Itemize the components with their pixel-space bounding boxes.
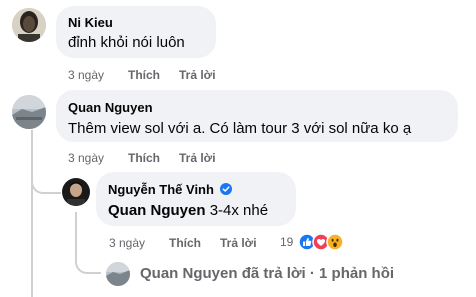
comment-time[interactable]: 3 ngày [68, 68, 104, 82]
more-replies-text: Quan Nguyen đã trả lời · 1 phản hồi [140, 265, 394, 282]
comment-author[interactable]: Ni Kieu [68, 15, 113, 30]
reply-time[interactable]: 3 ngày [109, 236, 145, 250]
avatar-quan-nguyen-image [12, 95, 46, 129]
reply-text: 3-4x nhé [209, 202, 269, 219]
view-more-replies[interactable]: Quan Nguyen đã trả lời · 1 phản hồi [106, 262, 426, 286]
more-replies-author: Quan Nguyen [140, 265, 238, 282]
reply-bubble: Nguyễn Thế Vinh Quan Nguyen 3-4x nhé [96, 172, 296, 226]
more-replies-action: đã trả lời [241, 265, 306, 282]
comment-time[interactable]: 3 ngày [68, 151, 104, 165]
avatar-nguyen-the-vinh-image [62, 178, 90, 206]
comment-text: đỉnh khỏi nói luôn [68, 34, 185, 51]
more-replies-count: 1 phản hồi [319, 265, 395, 282]
more-replies-separator: · [309, 265, 315, 282]
reaction-summary[interactable]: 19 [280, 232, 356, 252]
comment-text: Thêm view sol với a. Có làm tour 3 với s… [68, 120, 412, 137]
avatar [106, 262, 130, 286]
reply-author-name[interactable]: Nguyễn Thế Vinh [108, 182, 214, 197]
comment-author[interactable]: Quan Nguyen [68, 100, 153, 115]
like-button[interactable]: Thích [128, 68, 160, 82]
verified-badge-icon [219, 183, 232, 195]
avatar[interactable] [12, 8, 46, 42]
reaction-count: 19 [280, 235, 294, 249]
avatar-ni-kieu-image [12, 8, 46, 42]
mention-link[interactable]: Quan Nguyen [108, 202, 206, 219]
wow-reaction-icon [326, 233, 344, 251]
thread-line-main [31, 130, 33, 297]
like-button[interactable]: Thích [128, 151, 160, 165]
comment-actions: 3 ngày Thích Trả lời [68, 151, 268, 167]
reply-button[interactable]: Trả lời [179, 68, 216, 82]
thread-curve-reply [31, 170, 61, 194]
reply-author: Nguyễn Thế Vinh [108, 182, 232, 197]
reply-text-line: Quan Nguyen 3-4x nhé [108, 202, 268, 219]
comment-bubble: Ni Kieu đỉnh khỏi nói luôn [56, 6, 216, 58]
reply-actions: 3 ngày Thích Trả lời [109, 236, 289, 252]
reply-button[interactable]: Trả lời [179, 151, 216, 165]
reply-button[interactable]: Trả lời [220, 236, 257, 250]
avatar-quan-nguyen-small-image [106, 262, 130, 286]
comment-bubble: Quan Nguyen Thêm view sol với a. Có làm … [56, 90, 458, 142]
comment-actions: 3 ngày Thích Trả lời [68, 68, 268, 84]
avatar[interactable] [12, 95, 46, 129]
thread-curve-more [75, 254, 101, 274]
avatar[interactable] [62, 178, 90, 206]
like-button[interactable]: Thích [169, 236, 201, 250]
